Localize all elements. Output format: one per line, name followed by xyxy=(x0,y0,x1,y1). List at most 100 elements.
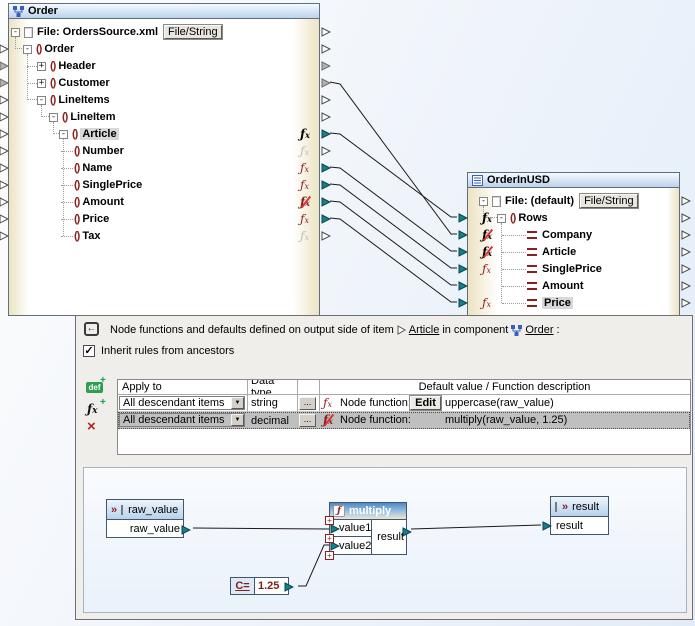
node-function-disabled-icon[interactable]: ƒx xyxy=(482,228,498,242)
input-connector-connected[interactable] xyxy=(458,247,468,257)
output-connector[interactable] xyxy=(681,230,691,240)
output-connector[interactable] xyxy=(321,112,331,122)
node-function-disabled-icon[interactable]: ƒx xyxy=(300,195,316,209)
input-connector[interactable] xyxy=(0,61,9,71)
collapse-icon[interactable]: - xyxy=(497,214,506,223)
tree-row-header[interactable]: + () Header xyxy=(9,58,96,74)
file-string-button[interactable]: File/String xyxy=(164,25,222,39)
result-output-box[interactable]: » result result xyxy=(550,496,609,535)
node-function-disabled-icon[interactable]: ƒx xyxy=(482,245,498,259)
input-connector-connected[interactable] xyxy=(458,230,468,240)
output-connector-connected[interactable] xyxy=(321,129,331,139)
tree-row-amount[interactable]: Amount xyxy=(468,278,584,294)
collapse-icon[interactable]: - xyxy=(11,28,20,37)
output-connector[interactable] xyxy=(321,146,331,156)
input-connector[interactable] xyxy=(0,112,9,122)
order-link[interactable]: Order xyxy=(525,324,553,336)
apply-to-dropdown[interactable]: All descendant items ▼ xyxy=(119,396,245,410)
tree-row-file[interactable]: - File: OrdersSource.xml File/String xyxy=(9,24,222,40)
output-connector-connected[interactable] xyxy=(402,527,412,537)
output-connector[interactable] xyxy=(681,196,691,206)
input-connector[interactable] xyxy=(0,214,9,224)
output-connector-connected[interactable] xyxy=(181,525,191,535)
output-connector-connected[interactable] xyxy=(321,197,331,207)
node-function-icon[interactable]: ƒx xyxy=(482,262,498,276)
node-function-icon[interactable]: ƒx xyxy=(482,211,498,225)
tree-row-number[interactable]: () Number xyxy=(9,143,124,159)
output-connector[interactable] xyxy=(681,298,691,308)
add-input-icon[interactable]: + xyxy=(325,534,334,543)
edit-function-button[interactable]: Edit xyxy=(410,396,441,410)
input-connector-connected[interactable] xyxy=(330,524,340,534)
input-connector[interactable] xyxy=(0,180,9,190)
input-connector[interactable] xyxy=(0,95,9,105)
input-connector[interactable] xyxy=(0,197,9,207)
chevron-down-icon[interactable]: ▼ xyxy=(231,414,244,426)
tree-row-lineitem[interactable]: - () LineItem xyxy=(9,109,116,125)
input-connector-connected[interactable] xyxy=(458,298,468,308)
tree-row-article[interactable]: - () Article xyxy=(9,126,119,142)
component-order-titlebar[interactable]: Order xyxy=(9,4,319,19)
component-order[interactable]: Order - File: OrdersSource.xml File/Stri… xyxy=(8,3,320,316)
input-connector[interactable] xyxy=(0,146,9,156)
input-connector[interactable] xyxy=(0,129,9,139)
component-orderinusd-titlebar[interactable]: OrderInUSD xyxy=(468,173,679,188)
tree-row-singleprice[interactable]: () SinglePrice xyxy=(9,177,142,193)
delete-rule-button[interactable]: × xyxy=(87,419,96,434)
node-function-icon[interactable]: ƒx xyxy=(300,127,316,141)
tree-row-rows[interactable]: - () Rows xyxy=(468,210,548,226)
tree-row-tax[interactable]: () Tax xyxy=(9,228,100,244)
output-connector[interactable] xyxy=(321,44,331,54)
output-connector[interactable] xyxy=(321,95,331,105)
inherit-rules-checkbox[interactable]: ✓ xyxy=(83,345,95,357)
output-connector[interactable] xyxy=(681,281,691,291)
expand-icon[interactable]: + xyxy=(37,79,46,88)
add-node-function-button[interactable]: ƒx xyxy=(87,402,98,416)
node-function-inactive-icon[interactable]: ƒx xyxy=(300,229,316,243)
output-connector-connected[interactable] xyxy=(321,163,331,173)
node-function-icon[interactable]: ƒx xyxy=(482,296,498,310)
output-connector-connected[interactable] xyxy=(321,214,331,224)
node-function-inactive-icon[interactable]: ƒx xyxy=(300,144,316,158)
input-connector[interactable] xyxy=(0,44,9,54)
tree-row-lineitems[interactable]: - () LineItems xyxy=(9,92,110,108)
collapse-icon[interactable]: - xyxy=(49,113,58,122)
collapse-icon[interactable]: - xyxy=(59,130,68,139)
input-connector[interactable] xyxy=(0,78,9,88)
raw-value-input-box[interactable]: » raw_value raw_value xyxy=(106,499,184,538)
input-connector-connected[interactable] xyxy=(458,281,468,291)
table-row-selected[interactable]: All descendant items ▼ decimal ... ƒx No… xyxy=(118,412,690,429)
node-function-icon[interactable]: ƒx xyxy=(300,161,316,175)
multiply-function-box[interactable]: ƒ multiply value1 value2 result xyxy=(329,502,407,555)
output-connector-connected[interactable] xyxy=(321,78,331,88)
input-connector[interactable] xyxy=(0,163,9,173)
table-row[interactable]: All descendant items ▼ string ... ƒx Nod… xyxy=(118,395,690,412)
input-connector-connected[interactable] xyxy=(458,213,468,223)
component-orderinusd[interactable]: OrderInUSD - File: (default) File/String… xyxy=(467,172,680,316)
more-options-button[interactable]: ... xyxy=(299,397,316,410)
collapse-icon[interactable]: - xyxy=(479,197,488,206)
chevron-down-icon[interactable]: ▼ xyxy=(231,397,244,409)
input-connector-connected[interactable] xyxy=(458,264,468,274)
expand-icon[interactable]: + xyxy=(37,62,46,71)
input-connector-connected[interactable] xyxy=(542,521,552,531)
output-connector-connected[interactable] xyxy=(284,582,294,592)
tree-row-name[interactable]: () Name xyxy=(9,160,112,176)
close-panel-icon[interactable]: ← xyxy=(84,322,99,336)
add-input-icon[interactable]: + xyxy=(325,551,334,560)
output-connector[interactable] xyxy=(681,247,691,257)
node-function-icon[interactable]: ƒx xyxy=(300,212,316,226)
output-connector[interactable] xyxy=(321,61,331,71)
collapse-icon[interactable]: - xyxy=(23,45,32,54)
more-options-button[interactable]: ... xyxy=(299,414,316,427)
apply-to-dropdown[interactable]: All descendant items ▼ xyxy=(119,413,245,427)
output-connector-connected[interactable] xyxy=(321,180,331,190)
file-string-button[interactable]: File/String xyxy=(580,194,638,208)
tree-row-order[interactable]: - () Order xyxy=(9,41,74,57)
tree-row-customer[interactable]: + () Customer xyxy=(9,75,110,91)
input-connector[interactable] xyxy=(0,231,9,241)
add-input-icon[interactable]: + xyxy=(325,516,334,525)
output-connector[interactable] xyxy=(321,231,331,241)
output-connector[interactable] xyxy=(681,264,691,274)
node-function-icon[interactable]: ƒx xyxy=(300,178,316,192)
